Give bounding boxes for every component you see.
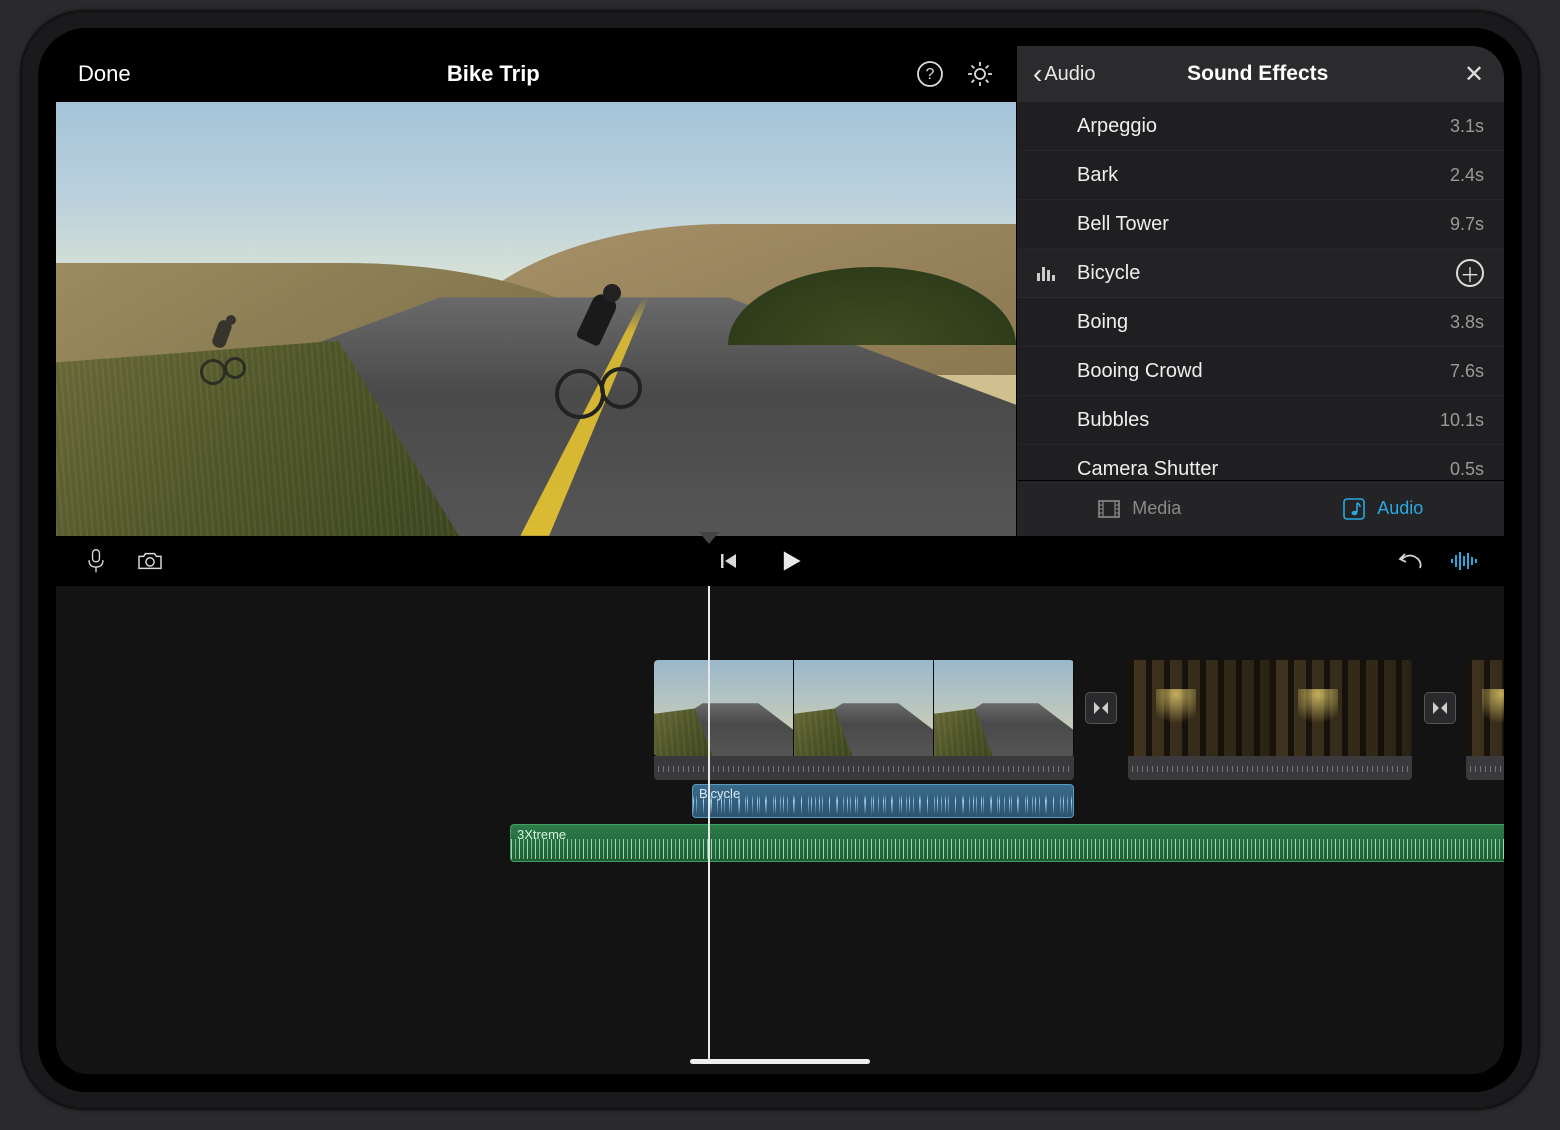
playhead-marker-icon (699, 532, 719, 544)
sound-row-boing[interactable]: Boing 3.8s (1017, 298, 1504, 347)
playing-indicator-icon (1017, 265, 1077, 281)
video-preview[interactable] (56, 102, 1016, 536)
screen: Done Bike Trip ? (56, 46, 1504, 1074)
audio-waveform-icon[interactable] (1450, 547, 1478, 575)
device-bezel: Done Bike Trip ? (38, 28, 1522, 1092)
music-clip-3xtreme[interactable]: 3Xtreme (510, 824, 1504, 862)
undo-icon[interactable] (1396, 547, 1424, 575)
sound-effects-list[interactable]: Arpeggio 3.1s Bark 2.4s Bell Tower 9.7s (1017, 102, 1504, 480)
clip-2-audio[interactable] (1128, 756, 1412, 780)
sound-row-camera-shutter[interactable]: Camera Shutter 0.5s (1017, 445, 1504, 480)
tab-media[interactable]: Media (1017, 481, 1261, 536)
browser-title: Sound Effects (1055, 62, 1460, 86)
music-note-icon (1341, 496, 1367, 522)
cyclist-graphic-small (200, 315, 250, 385)
chevron-left-icon: ‹ (1033, 60, 1042, 88)
clip-3-audio[interactable] (1466, 756, 1504, 780)
help-icon[interactable]: ? (916, 60, 944, 88)
microphone-icon[interactable] (82, 547, 110, 575)
media-browser-header: ‹ Audio Sound Effects ✕ (1017, 46, 1504, 102)
video-track (56, 660, 1504, 780)
sound-row-bubbles[interactable]: Bubbles 10.1s (1017, 396, 1504, 445)
video-clip-2[interactable] (1128, 660, 1412, 756)
svg-text:?: ? (926, 66, 935, 83)
skip-to-start-icon[interactable] (715, 547, 743, 575)
play-icon[interactable] (777, 547, 805, 575)
sound-row-arpeggio[interactable]: Arpeggio 3.1s (1017, 102, 1504, 151)
tab-audio[interactable]: Audio (1261, 481, 1505, 536)
settings-gear-icon[interactable] (966, 60, 994, 88)
video-clip-3[interactable] (1466, 660, 1504, 756)
header-icons: ? (916, 60, 994, 88)
cyclist-graphic (555, 284, 645, 419)
add-sound-button[interactable]: ＋ (1456, 259, 1484, 287)
playback-toolbar (56, 536, 1504, 586)
playhead[interactable] (708, 586, 710, 1060)
sound-row-bark[interactable]: Bark 2.4s (1017, 151, 1504, 200)
device-frame: Done Bike Trip ? (20, 10, 1540, 1110)
preview-header: Done Bike Trip ? (56, 46, 1016, 102)
top-area: Done Bike Trip ? (56, 46, 1504, 536)
home-indicator[interactable] (690, 1059, 870, 1064)
sound-row-booing-crowd[interactable]: Booing Crowd 7.6s (1017, 347, 1504, 396)
sfx-clip-bicycle[interactable]: Bicycle (692, 784, 1074, 818)
sound-row-bicycle[interactable]: Bicycle ＋ (1017, 249, 1504, 298)
media-browser-panel: ‹ Audio Sound Effects ✕ Arpeggio 3.1s (1016, 46, 1504, 536)
timeline[interactable]: Bicycle 3Xtreme (56, 586, 1504, 1074)
transition-1[interactable] (1085, 692, 1117, 724)
clip-1-audio[interactable] (654, 756, 1074, 780)
close-icon[interactable]: ✕ (1460, 60, 1488, 89)
transition-2[interactable] (1424, 692, 1456, 724)
preview-panel: Done Bike Trip ? (56, 46, 1016, 536)
project-title: Bike Trip (71, 61, 916, 87)
sound-row-bell-tower[interactable]: Bell Tower 9.7s (1017, 200, 1504, 249)
filmstrip-icon (1096, 496, 1122, 522)
video-clip-1[interactable] (654, 660, 1074, 756)
browser-tabs: Media Audio (1017, 480, 1504, 536)
